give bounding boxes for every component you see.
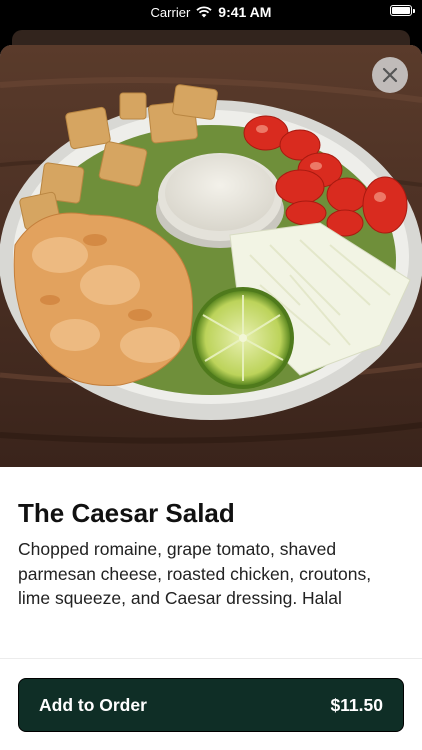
status-time: 9:41 AM: [218, 4, 272, 20]
item-photo: [0, 45, 422, 467]
status-bar: Carrier 9:41 AM: [0, 0, 422, 24]
add-to-order-button[interactable]: Add to Order $11.50: [18, 678, 404, 732]
item-detail-sheet: The Caesar Salad Chopped romaine, grape …: [0, 45, 422, 750]
divider: [0, 658, 422, 659]
status-center: Carrier 9:41 AM: [151, 4, 272, 20]
salad-photo-illustration: [0, 45, 422, 467]
close-button[interactable]: [372, 57, 408, 93]
add-to-order-label: Add to Order: [39, 694, 147, 715]
battery-icon: [390, 5, 415, 16]
wifi-icon: [196, 6, 212, 18]
close-icon: [382, 67, 398, 83]
item-info: The Caesar Salad Chopped romaine, grape …: [0, 497, 422, 611]
carrier-label: Carrier: [150, 4, 191, 20]
item-title: The Caesar Salad: [18, 498, 235, 528]
item-price: $11.50: [330, 694, 383, 715]
item-description: Chopped romaine, grape tomato, shaved pa…: [18, 539, 372, 608]
